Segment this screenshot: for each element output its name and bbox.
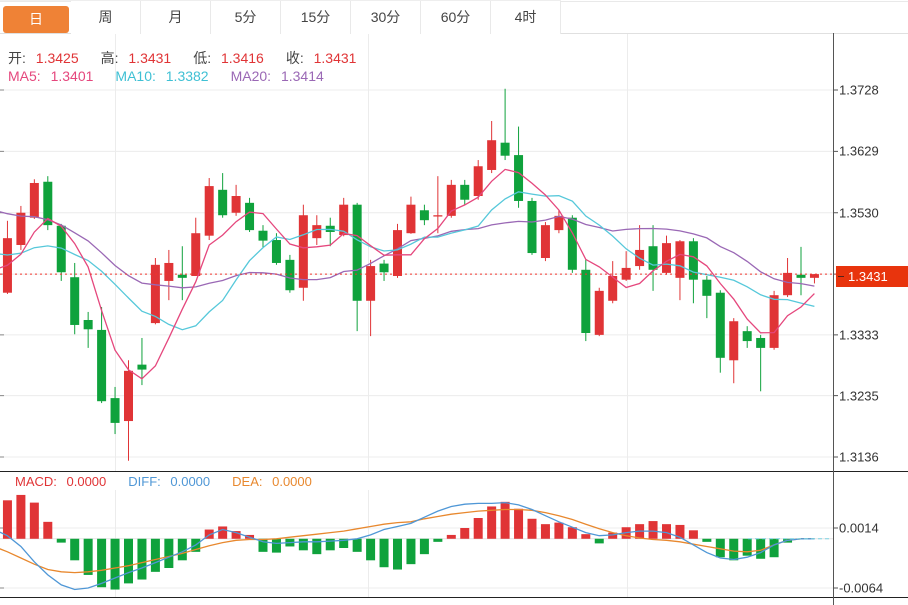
macd-axis-label: -0.0064 <box>839 581 883 596</box>
candles-layer <box>0 89 819 461</box>
timeframe-tabs: 日周月5分15分30分60分4时 <box>0 0 561 34</box>
price-tag-value: 1.3431 <box>848 266 888 287</box>
main-chart[interactable] <box>0 89 836 461</box>
legend-item: 收: 1.3431 <box>286 50 363 66</box>
legend-item: MACD: 0.0000 <box>15 474 112 489</box>
gridlines <box>0 33 838 597</box>
price-axis-label: 1.3235 <box>839 388 879 403</box>
legend-label: 开: <box>8 50 26 66</box>
price-axis-label: 1.3333 <box>839 327 879 342</box>
chart-canvas[interactable] <box>0 0 908 605</box>
tab-30min[interactable]: 30分 <box>351 1 421 34</box>
legend-value: 1.3431 <box>310 50 357 66</box>
legend-item: MA5: 1.3401 <box>8 68 99 84</box>
price-axis-label: 1.3136 <box>839 450 879 465</box>
legend-item: MA10: 1.3382 <box>115 68 214 84</box>
legend-value: 1.3416 <box>217 50 264 66</box>
price-tag-tick-icon <box>838 276 844 277</box>
macd-axis-label: 0.0014 <box>839 521 879 536</box>
legend-value: 1.3382 <box>162 68 209 84</box>
legend-value: 1.3401 <box>47 68 94 84</box>
legend-label: MA5: <box>8 68 41 84</box>
tab-month[interactable]: 月 <box>141 1 211 34</box>
legend-value: 1.3431 <box>125 50 172 66</box>
legend-item: 开: 1.3425 <box>8 50 85 66</box>
price-axis-label: 1.3629 <box>839 144 879 159</box>
tab-60min[interactable]: 60分 <box>421 1 491 34</box>
ohlc-legend: 开: 1.3425 高: 1.3431 低: 1.3416 收: 1.3431 <box>8 48 378 68</box>
legend-label: DEA: <box>232 474 262 489</box>
tab-15min[interactable]: 15分 <box>281 1 351 34</box>
legend-label: 低: <box>193 50 211 66</box>
tab-week[interactable]: 周 <box>71 1 141 34</box>
legend-label: 收: <box>286 50 304 66</box>
price-axis-label: 1.3530 <box>839 205 879 220</box>
macd-legend: MACD: 0.0000DIFF: 0.0000DEA: 0.0000 <box>15 474 334 489</box>
last-price-tag: 1.3431 <box>836 266 908 287</box>
legend-label: MACD: <box>15 474 57 489</box>
ma-legend: MA5: 1.3401 MA10: 1.3382 MA20: 1.3414 <box>8 68 346 84</box>
legend-item: DEA: 0.0000 <box>232 474 318 489</box>
legend-label: DIFF: <box>128 474 161 489</box>
tab-day[interactable]: 日 <box>3 6 69 33</box>
legend-item: MA20: 1.3414 <box>231 68 330 84</box>
tab-4hour[interactable]: 4时 <box>491 1 561 34</box>
macd-chart[interactable] <box>0 495 832 590</box>
legend-value: 1.3425 <box>32 50 79 66</box>
legend-label: 高: <box>101 50 119 66</box>
tab-5min[interactable]: 5分 <box>211 1 281 34</box>
legend-value: 0.0000 <box>63 474 106 489</box>
legend-item: 低: 1.3416 <box>193 50 270 66</box>
legend-label: MA20: <box>231 68 271 84</box>
kline-app: 日周月5分15分30分60分4时 开: 1.3425 高: 1.3431 低: 1.… <box>0 0 908 605</box>
price-axis-label: 1.3728 <box>839 83 879 98</box>
legend-value: 0.0000 <box>268 474 311 489</box>
legend-item: 高: 1.3431 <box>101 50 178 66</box>
legend-value: 1.3414 <box>277 68 324 84</box>
legend-label: MA10: <box>115 68 155 84</box>
legend-value: 0.0000 <box>167 474 210 489</box>
legend-item: DIFF: 0.0000 <box>128 474 216 489</box>
